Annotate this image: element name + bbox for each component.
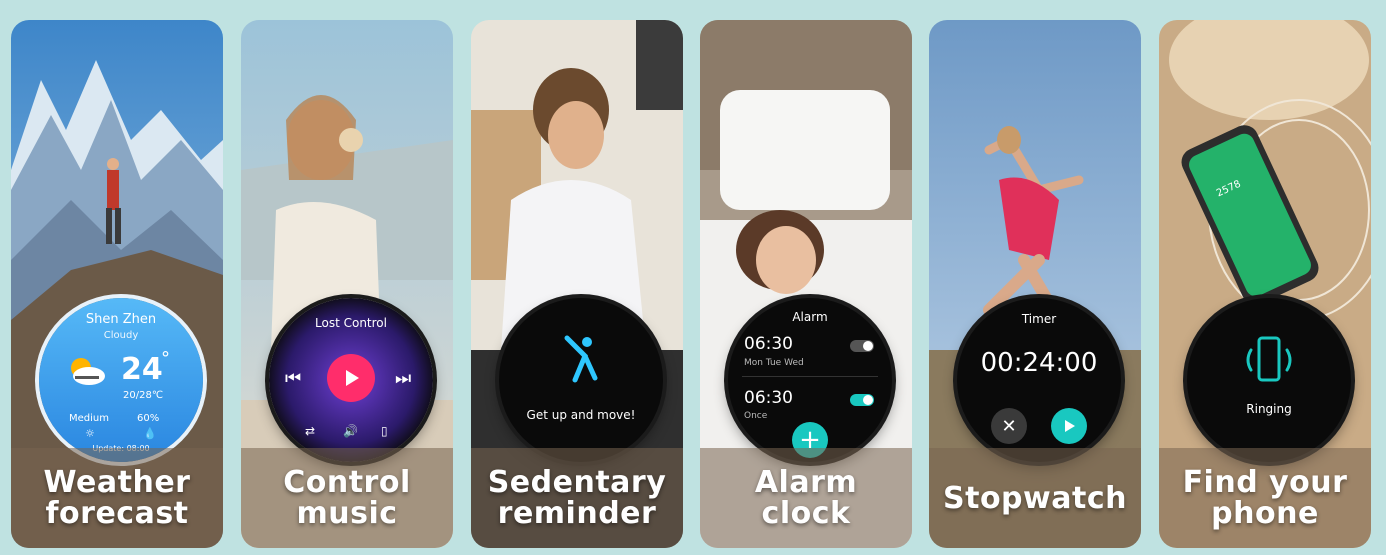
timer-display: 00:24:00: [980, 348, 1098, 378]
alarm-2-toggle[interactable]: [850, 394, 874, 406]
caption-line-2: phone: [1211, 496, 1319, 531]
play-button[interactable]: [327, 354, 375, 402]
watch-find-phone-screen: Ringing: [1187, 298, 1351, 462]
caption-music: Control music: [241, 448, 453, 548]
sedentary-message: Get up and move!: [526, 408, 636, 422]
caption-stopwatch: Stopwatch: [929, 448, 1141, 548]
alarm-1-toggle[interactable]: [850, 340, 874, 352]
card-stopwatch: Timer 00:24:00 ✕ Stopwatch: [929, 20, 1141, 548]
watch-music-screen: Lost Control ⏮ ⏭ ⇄ 🔊 ▯: [269, 298, 433, 462]
caption-line-2: reminder: [497, 496, 657, 531]
caption-weather: Weather forecast: [11, 448, 223, 548]
caption-alarm: Alarm clock: [700, 448, 912, 548]
previous-track-icon[interactable]: ⏮: [285, 368, 301, 389]
caption-line-1: Weather: [43, 465, 191, 500]
uv-label: Medium: [69, 413, 109, 424]
alarm-1-time: 06:30: [744, 334, 793, 354]
play-icon: [346, 370, 359, 386]
caption-line-1: Find your: [1182, 465, 1348, 500]
card-find-your-phone: 2578 Ringing Find your phone: [1159, 20, 1371, 548]
uv-sun-icon: ☼: [85, 427, 95, 440]
divider: [742, 376, 878, 377]
cloudy-sun-icon: [67, 354, 107, 386]
caption-line-2: music: [296, 496, 398, 531]
next-track-icon[interactable]: ⏭: [395, 368, 411, 389]
weather-condition: Cloudy: [103, 330, 139, 341]
caption-line-1: Alarm: [754, 465, 858, 500]
alarm-2-days: Once: [744, 411, 768, 421]
weather-city: Shen Zhen: [85, 312, 157, 327]
alarm-2-time: 06:30: [744, 388, 793, 408]
cancel-timer-button[interactable]: ✕: [991, 408, 1027, 444]
ringing-status: Ringing: [1246, 402, 1292, 416]
phone-output-icon[interactable]: ▯: [381, 424, 388, 438]
volume-icon[interactable]: 🔊: [343, 424, 358, 438]
caption-line-1: Stopwatch: [943, 480, 1127, 516]
play-icon: [1065, 420, 1075, 432]
ringing-phone-icon: [1237, 336, 1301, 386]
watch-alarm-screen: Alarm 06:30 Mon Tue Wed 06:30 Once +: [728, 298, 892, 462]
close-icon: ✕: [1001, 415, 1017, 437]
track-title: Lost Control: [315, 316, 387, 330]
timer-title: Timer: [1021, 312, 1057, 326]
start-timer-button[interactable]: [1051, 408, 1087, 444]
card-weather-forecast: Shen Zhen Cloudy 24 ° 20/28℃ Medium 60% …: [11, 20, 223, 548]
card-sedentary-reminder: Get up and move! Sedentary reminder: [471, 20, 683, 548]
watch-weather-screen: Shen Zhen Cloudy 24 ° 20/28℃ Medium 60% …: [39, 298, 203, 462]
temp-unit: °: [161, 348, 170, 369]
shuffle-icon[interactable]: ⇄: [305, 424, 315, 438]
caption-sedentary: Sedentary reminder: [471, 448, 683, 548]
humidity-value: 60%: [137, 413, 160, 424]
weather-temp: 24: [121, 352, 163, 387]
humidity-drop-icon: 💧: [143, 427, 157, 440]
caption-line-2: forecast: [45, 496, 189, 531]
watch-timer-screen: Timer 00:24:00 ✕: [957, 298, 1121, 462]
caption-line-2: clock: [761, 496, 851, 531]
caption-find-phone: Find your phone: [1159, 448, 1371, 548]
weather-range: 20/28℃: [123, 390, 164, 401]
caption-line-1: Control: [283, 465, 411, 500]
feature-strip: Shen Zhen Cloudy 24 ° 20/28℃ Medium 60% …: [0, 0, 1386, 555]
card-control-music: Lost Control ⏮ ⏭ ⇄ 🔊 ▯ Control music: [241, 20, 453, 548]
alarm-1-days: Mon Tue Wed: [744, 358, 804, 368]
caption-line-1: Sedentary: [487, 465, 667, 500]
stretching-person-icon: [561, 334, 601, 384]
watch-sedentary-screen: Get up and move!: [499, 298, 663, 462]
card-alarm-clock: Alarm 06:30 Mon Tue Wed 06:30 Once + Ala…: [700, 20, 912, 548]
alarm-title: Alarm: [792, 310, 828, 324]
